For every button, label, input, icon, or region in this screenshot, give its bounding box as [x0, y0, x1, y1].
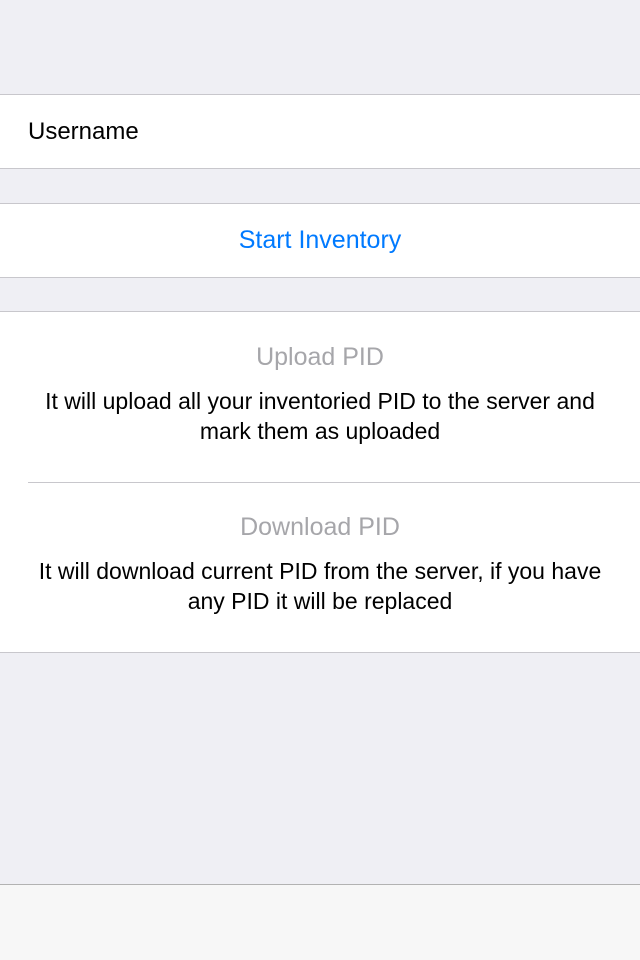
upload-pid-description: It will upload all your inventoried PID … — [45, 388, 595, 444]
download-pid-title: Download PID — [240, 513, 400, 541]
upload-pid-cell[interactable]: Upload PID It will upload all your inven… — [0, 312, 640, 482]
start-inventory-group: Start Inventory — [0, 203, 640, 278]
download-pid-cell[interactable]: Download PID It will download current PI… — [0, 483, 640, 652]
start-inventory-button[interactable]: Start Inventory — [0, 204, 640, 277]
username-label: Username — [28, 118, 139, 145]
settings-screen: Username Start Inventory Upload PID It w… — [0, 0, 640, 960]
username-input[interactable] — [180, 113, 614, 151]
upload-pid-title: Upload PID — [256, 343, 384, 371]
download-pid-description: It will download current PID from the se… — [38, 558, 602, 614]
bottom-toolbar — [0, 884, 640, 960]
pid-actions-group: Upload PID It will upload all your inven… — [0, 311, 640, 653]
username-group: Username — [0, 94, 640, 169]
